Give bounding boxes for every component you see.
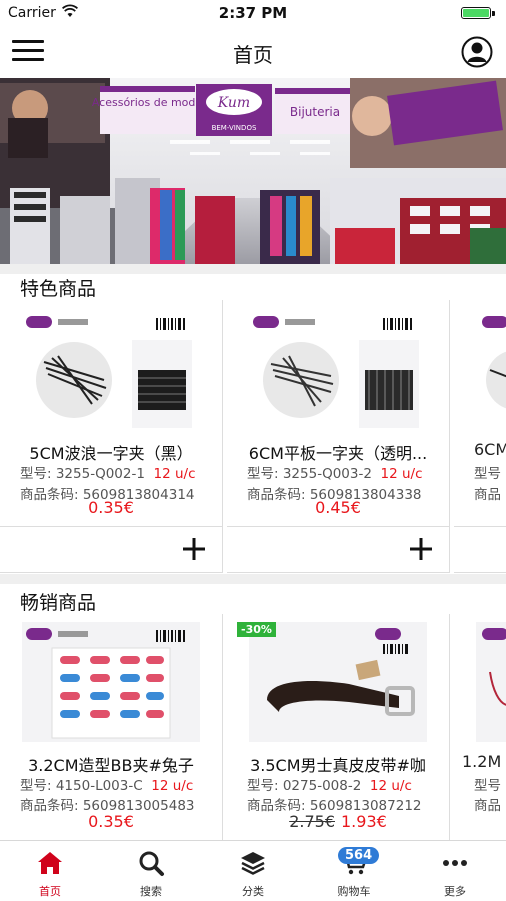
product-card[interactable]: 3.2CM造型BB夹#兔子 型号: 4150-L003-C 12 u/c 商品条… (0, 614, 223, 840)
product-name: 3.2CM造型BB夹#兔子 (28, 756, 194, 775)
banner-sign-right: Bijuteria (290, 105, 340, 119)
status-bar: Carrier 2:37 PM (0, 0, 506, 26)
tab-label: 搜索 (140, 885, 162, 898)
battery-icon (461, 7, 495, 19)
tab-search[interactable]: 搜索 (101, 841, 201, 901)
add-row (0, 526, 222, 571)
product-unit: 12 u/c (369, 778, 412, 794)
store-photo: Acessórios de moda Kum BEM-VINDOS Bijute… (0, 78, 506, 264)
featured-section-title: 特色商品 (20, 278, 97, 300)
product-card-partial[interactable]: 1.2M 型号 商品 (454, 614, 506, 840)
brand-logo: Kum (217, 95, 250, 111)
product-image-leather-belt (249, 622, 427, 742)
product-price: 0.45€ (315, 498, 361, 517)
product-price-row: 2.75€ 1.93€ (227, 812, 449, 831)
product-model: 型号 (474, 466, 501, 482)
clock-time: 2:37 PM (218, 4, 288, 22)
product-barcode: 商品 (474, 798, 501, 814)
banner-sign-left: Acessórios de moda (92, 96, 202, 109)
product-price: 0.35€ (88, 812, 134, 831)
more-icon (443, 860, 467, 866)
product-card-partial[interactable]: 6CM 型号 商品 (454, 300, 506, 573)
product-card[interactable]: 6CM平板一字夹（透明... 型号: 3255-Q003-2 12 u/c 商品… (227, 300, 450, 573)
top-nav-bar: 首页 (0, 26, 506, 78)
product-model: 型号: 0275-008-2 12 u/c (247, 778, 412, 794)
store-banner[interactable]: Acessórios de moda Kum BEM-VINDOS Bijute… (0, 78, 506, 264)
product-image-partial (476, 310, 506, 430)
product-old-price: 2.75€ (289, 812, 335, 831)
product-unit: 12 u/c (380, 466, 423, 482)
layers-icon (241, 852, 265, 875)
product-price: 1.93€ (341, 812, 387, 831)
bestsellers-section-title: 畅销商品 (20, 592, 97, 614)
tab-more[interactable]: 更多 (405, 841, 505, 901)
product-image-flat-clips (249, 310, 427, 430)
product-model: 型号: 3255-Q002-1 12 u/c (20, 466, 196, 482)
tab-label: 首页 (39, 885, 61, 898)
tab-label: 分类 (242, 885, 264, 898)
tab-cart[interactable]: 564 购物车 (304, 841, 404, 901)
product-name: 1.2M (462, 752, 502, 771)
product-name: 6CM (474, 440, 506, 459)
home-icon (38, 852, 62, 874)
product-barcode: 商品条码: 5609813005483 (20, 798, 195, 814)
product-price: 0.35€ (88, 498, 134, 517)
product-model: 型号: 4150-L003-C 12 u/c (20, 778, 194, 794)
product-barcode: 商品条码: 5609813087212 (247, 798, 422, 814)
tab-label: 更多 (444, 885, 466, 898)
tab-categories[interactable]: 分类 (203, 841, 303, 901)
add-to-cart-icon[interactable] (180, 535, 208, 563)
product-image-partial (476, 622, 506, 742)
product-barcode: 商品 (474, 487, 501, 503)
discount-badge: -30% (237, 622, 276, 637)
profile-icon[interactable] (461, 36, 493, 68)
tab-home[interactable]: 首页 (0, 841, 100, 901)
product-card[interactable]: -30% 3.5CM男士真皮皮带#咖 型号: 0275-008-2 12 u/c… (227, 614, 450, 840)
product-unit: 12 u/c (153, 466, 196, 482)
page-title: 首页 (233, 43, 273, 67)
banner-welcome: BEM-VINDOS (212, 124, 257, 132)
product-unit: 12 u/c (151, 778, 194, 794)
product-image-bobby-pins (22, 310, 200, 430)
tab-label: 购物车 (337, 885, 371, 898)
product-name: 6CM平板一字夹（透明... (248, 444, 428, 463)
product-model: 型号 (474, 778, 501, 794)
add-row (227, 526, 449, 571)
product-image-bunny-clips (22, 622, 200, 742)
product-card[interactable]: 5CM波浪一字夹（黑） 型号: 3255-Q002-1 12 u/c 商品条码:… (0, 300, 223, 573)
cart-count-badge: 564 (338, 847, 380, 864)
search-icon (139, 851, 164, 876)
product-model: 型号: 3255-Q003-2 12 u/c (247, 466, 423, 482)
product-name: 5CM波浪一字夹（黑） (29, 444, 193, 463)
bottom-tab-bar: 首页 搜索 分类 564 购物车 更多 (0, 840, 506, 901)
product-name: 3.5CM男士真皮皮带#咖 (250, 756, 426, 775)
add-to-cart-icon[interactable] (407, 535, 435, 563)
